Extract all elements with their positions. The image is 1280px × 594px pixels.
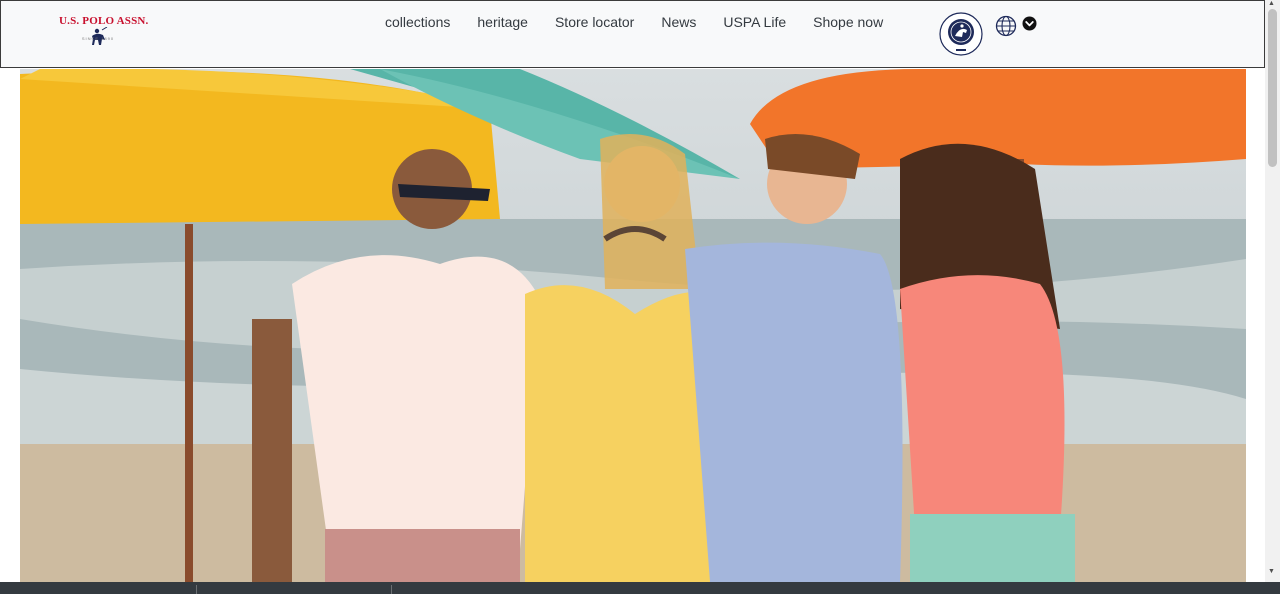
globe-icon[interactable]: [995, 15, 1017, 37]
nav-heritage[interactable]: heritage: [477, 13, 528, 33]
main-nav: collections heritage Store locator News …: [385, 13, 910, 33]
nav-shop-now[interactable]: Shope now: [813, 13, 883, 33]
association-emblem-icon[interactable]: [938, 11, 984, 57]
nav-uspa-life[interactable]: USPA Life: [723, 13, 786, 33]
hero-banner-image: [20, 69, 1246, 582]
bottom-bar-divider: [196, 585, 197, 594]
nav-news[interactable]: News: [661, 13, 696, 33]
chevron-down-icon[interactable]: [1022, 16, 1037, 31]
scroll-down-arrow-icon[interactable]: ▼: [1268, 568, 1275, 575]
bottom-bar-divider: [391, 585, 392, 594]
brand-logo-text: U.S. POLO ASSN.: [59, 15, 149, 27]
bottom-bar: [0, 582, 1280, 594]
nav-store-locator[interactable]: Store locator: [555, 13, 634, 33]
brand-logo-subtext: SINCE 1890: [81, 36, 115, 41]
hero-photo-illustration: [20, 69, 1246, 582]
brand-logo[interactable]: U.S. POLO ASSN. SINCE 1890: [59, 15, 149, 51]
site-header: U.S. POLO ASSN. SINCE 1890 collections h…: [0, 0, 1265, 68]
scrollbar-thumb[interactable]: [1268, 9, 1277, 167]
nav-collections[interactable]: collections: [385, 13, 450, 33]
scroll-up-arrow-icon[interactable]: ▲: [1268, 0, 1275, 7]
